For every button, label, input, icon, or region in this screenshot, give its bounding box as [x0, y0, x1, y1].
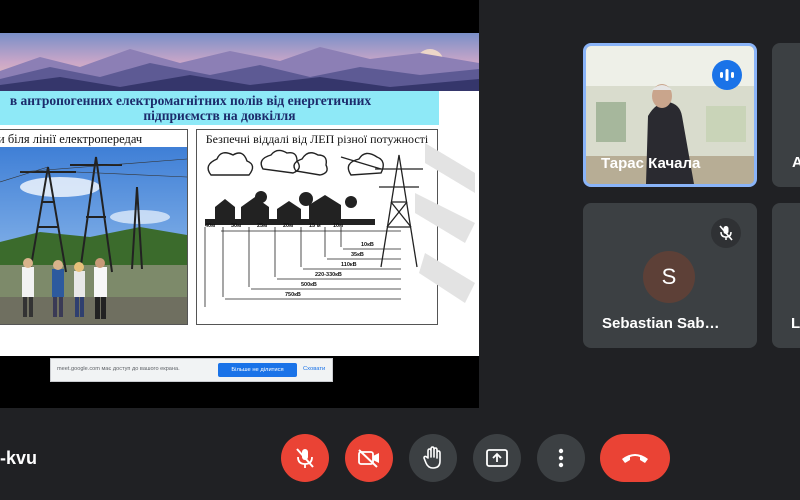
distance-label: 30м	[231, 223, 241, 229]
distance-label: 20м	[283, 223, 293, 229]
distance-label: 15 м	[309, 223, 321, 229]
slide-watermark-logo	[415, 143, 475, 303]
distance-label: 25м	[257, 223, 267, 229]
avatar: S	[643, 251, 695, 303]
participant-tile-partial-bottom[interactable]: L	[772, 203, 800, 348]
diagram-caption: Безпечні віддалі від ЛЕП різної потужнос…	[205, 132, 429, 146]
microphone-toggle-button[interactable]	[281, 434, 329, 482]
participant-name: A	[792, 154, 800, 171]
meeting-code: -kvu	[0, 448, 38, 468]
voltage-label: 750кВ	[285, 292, 301, 298]
speaking-indicator	[712, 60, 742, 90]
distance-label: 40м	[205, 223, 215, 229]
videocam-off-icon	[358, 449, 379, 468]
leave-call-button[interactable]	[600, 434, 670, 482]
voltage-label: 220-330кВ	[315, 272, 342, 278]
stop-sharing-button[interactable]: Більше не ділитися	[218, 363, 297, 377]
power-line-photo-panel: и біля лінії електропередач	[0, 129, 188, 325]
voltage-label: 500кВ	[301, 282, 317, 288]
participant-tile-sebastian[interactable]: S Sebastian Sab…	[583, 203, 757, 348]
mic-off-icon	[719, 225, 733, 241]
slide-title-line-1: в антропогенних електромагнітних полів в…	[9, 93, 372, 108]
mic-off-icon	[296, 448, 314, 468]
camera-toggle-button[interactable]	[345, 434, 393, 482]
mountain-banner-image	[0, 33, 479, 91]
present-icon	[486, 449, 508, 467]
raise-hand-button[interactable]	[409, 434, 457, 482]
hide-notice-button[interactable]: Сховати	[303, 366, 325, 372]
safe-distance-diagram: 40м 30м 25м 20м 15 м 10м 10кВ 35кВ 110кВ…	[204, 149, 423, 307]
audio-level-icon	[720, 69, 734, 81]
screen-share-notice: meet.google.com має доступ до вашого екр…	[50, 358, 333, 382]
avatar-letter: S	[661, 264, 677, 289]
safe-distance-panel: Безпечні віддалі від ЛЕП різної потужнос…	[196, 129, 438, 325]
slide-title-line-2: підприємств на довкілля	[143, 108, 296, 123]
hand-icon	[423, 446, 441, 469]
screen-share-notice-text: meet.google.com має доступ до вашого екр…	[57, 366, 180, 372]
power-line-photo	[0, 147, 187, 324]
participant-name: L	[791, 315, 800, 332]
participant-tile-taras[interactable]: Тарас Качала	[583, 43, 757, 187]
slide-title: в антропогенних електромагнітних полів в…	[0, 91, 439, 125]
voltage-label: 35кВ	[351, 252, 364, 258]
participant-name: Sebastian Sab…	[602, 315, 720, 332]
participant-tile-partial-top[interactable]: A	[772, 43, 800, 187]
present-screen-button[interactable]	[473, 434, 521, 482]
distance-label: 10м	[333, 223, 343, 229]
presentation-stage: в антропогенних електромагнітних полів в…	[0, 0, 479, 408]
voltage-label: 10кВ	[361, 242, 374, 248]
photo-caption: и біля лінії електропередач	[0, 132, 143, 146]
voltage-label: 110кВ	[341, 262, 357, 268]
more-options-button[interactable]	[537, 434, 585, 482]
presentation-slide: в антропогенних електромагнітних полів в…	[0, 33, 479, 356]
call-end-icon	[622, 454, 648, 463]
muted-indicator	[711, 218, 741, 248]
participant-name: Тарас Качала	[601, 155, 701, 172]
more-vert-icon	[558, 448, 564, 468]
